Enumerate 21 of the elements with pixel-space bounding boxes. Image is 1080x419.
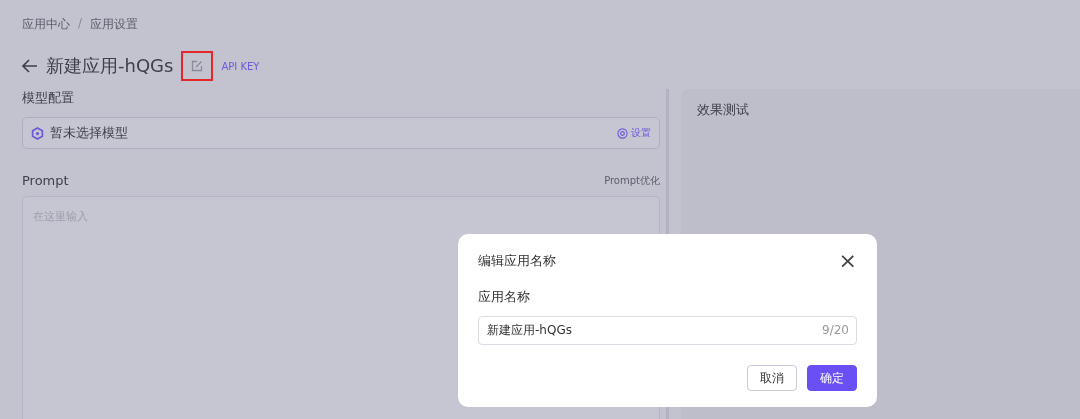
section-label: 模型配置 — [22, 89, 75, 107]
field-label: 应用名称 — [478, 288, 531, 306]
panel-title: 效果测试 — [697, 101, 750, 119]
breadcrumb-separator: / — [78, 16, 83, 32]
confirm-button[interactable]: 确定 — [807, 365, 857, 391]
close-button[interactable]: × — [838, 250, 857, 272]
model-name: 暂未选择模型 — [50, 124, 129, 142]
app-title: 新建应用-hQGs — [46, 54, 174, 78]
section-label: Prompt — [22, 173, 69, 188]
settings-icon — [617, 127, 628, 139]
settings-button[interactable]: 设置 — [617, 126, 651, 140]
api-key-link[interactable]: API KEY — [221, 60, 260, 72]
dialog-title: 编辑应用名称 — [478, 252, 556, 270]
breadcrumb-item[interactable]: 应用中心 — [22, 16, 70, 33]
cancel-button[interactable]: 取消 — [747, 365, 797, 391]
back-arrow-icon[interactable] — [22, 59, 38, 73]
breadcrumb-item[interactable]: 应用设置 — [90, 16, 139, 33]
model-logo-icon — [31, 126, 44, 140]
model-selector[interactable]: 暂未选择模型 设置 — [22, 117, 660, 149]
prompt-optimize-link[interactable]: Prompt优化 — [604, 173, 660, 188]
character-counter: 9/20 — [822, 323, 849, 337]
